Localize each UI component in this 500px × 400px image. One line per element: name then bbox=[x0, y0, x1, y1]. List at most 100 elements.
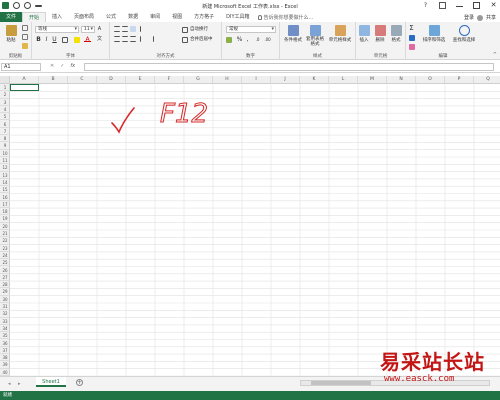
decrease-indent-icon[interactable] bbox=[140, 36, 146, 42]
font-size-select[interactable]: 11 bbox=[81, 26, 95, 33]
enter-icon[interactable]: ✓ bbox=[60, 63, 64, 69]
help-icon[interactable]: ? bbox=[422, 2, 429, 9]
wrap-text-button[interactable]: 自动换行 bbox=[182, 26, 208, 33]
row-header-14[interactable]: 14 bbox=[0, 179, 10, 187]
align-left-icon[interactable] bbox=[114, 36, 120, 42]
user-icon[interactable] bbox=[476, 14, 483, 21]
top-align-icon[interactable] bbox=[114, 26, 120, 32]
column-header-h[interactable]: H bbox=[213, 76, 242, 84]
align-right-icon[interactable] bbox=[130, 36, 136, 42]
row-header-20[interactable]: 20 bbox=[0, 223, 10, 230]
ribbon-display-icon[interactable] bbox=[439, 2, 446, 9]
row-header-2[interactable]: 2 bbox=[0, 91, 10, 99]
row-header-28[interactable]: 28 bbox=[0, 281, 10, 289]
row-header-30[interactable]: 30 bbox=[0, 296, 10, 303]
row-header-40[interactable]: 40 bbox=[0, 369, 10, 376]
row-header-33[interactable]: 33 bbox=[0, 318, 10, 325]
sign-in-link[interactable]: 登录 bbox=[464, 14, 474, 21]
tab-diy-toolbox[interactable]: DIY工具箱 bbox=[220, 12, 255, 22]
sort-filter-button[interactable]: 排序和筛选 bbox=[420, 23, 448, 49]
font-name-select[interactable]: 等线 bbox=[35, 26, 79, 33]
column-header-d[interactable]: D bbox=[97, 76, 126, 84]
row-header-11[interactable]: 11 bbox=[0, 157, 10, 165]
percent-button[interactable]: % bbox=[236, 36, 243, 43]
row-header-35[interactable]: 35 bbox=[0, 332, 10, 340]
format-as-table-button[interactable]: 套用表格格式 bbox=[305, 23, 325, 49]
column-header-i[interactable]: I bbox=[242, 76, 271, 84]
number-format-select[interactable]: 常规 bbox=[226, 26, 276, 33]
column-header-l[interactable]: L bbox=[329, 76, 358, 84]
row-header-39[interactable]: 39 bbox=[0, 361, 10, 369]
maximize-icon[interactable] bbox=[473, 2, 480, 9]
tab-formulas[interactable]: 公式 bbox=[100, 12, 122, 22]
middle-align-icon[interactable] bbox=[122, 26, 128, 32]
increase-decimal-icon[interactable]: .0 bbox=[254, 36, 261, 43]
paste-button[interactable]: 粘贴 bbox=[2, 23, 20, 49]
row-header-21[interactable]: 21 bbox=[0, 230, 10, 238]
row-header-6[interactable]: 6 bbox=[0, 121, 10, 128]
fill-icon[interactable] bbox=[409, 35, 415, 41]
row-header-29[interactable]: 29 bbox=[0, 288, 10, 296]
row-header-24[interactable]: 24 bbox=[0, 252, 10, 260]
cell-styles-button[interactable]: 单元格样式 bbox=[326, 23, 354, 49]
increase-indent-icon[interactable] bbox=[148, 36, 154, 42]
row-header-23[interactable]: 23 bbox=[0, 245, 10, 252]
row-header-22[interactable]: 22 bbox=[0, 237, 10, 245]
prev-sheet-icon[interactable]: ◂ bbox=[8, 381, 11, 387]
horizontal-scroll-thumb[interactable] bbox=[311, 381, 371, 385]
row-header-9[interactable]: 9 bbox=[0, 142, 10, 150]
phonetic-icon[interactable]: 文 bbox=[96, 36, 103, 43]
column-header-n[interactable]: N bbox=[387, 76, 416, 84]
column-header-o[interactable]: O bbox=[416, 76, 445, 84]
sheet-tab-sheet1[interactable]: Sheet1 bbox=[36, 377, 66, 387]
currency-icon[interactable] bbox=[226, 37, 232, 43]
comma-button[interactable]: , bbox=[244, 36, 251, 43]
copy-icon[interactable] bbox=[22, 34, 28, 40]
row-header-37[interactable]: 37 bbox=[0, 347, 10, 355]
tab-fangfanggezi[interactable]: 方方格子 bbox=[188, 12, 220, 22]
collapse-ribbon-icon[interactable]: ^ bbox=[493, 52, 497, 58]
bold-button[interactable]: B bbox=[35, 36, 42, 43]
row-header-32[interactable]: 32 bbox=[0, 310, 10, 318]
active-cell-a1[interactable] bbox=[10, 84, 39, 91]
close-icon[interactable]: ✕ bbox=[490, 2, 497, 9]
autosum-icon[interactable]: Σ bbox=[408, 25, 415, 32]
insert-cells-button[interactable]: 插入 bbox=[356, 23, 372, 49]
align-center-icon[interactable] bbox=[122, 36, 128, 42]
column-header-g[interactable]: G bbox=[184, 76, 213, 84]
tab-file[interactable]: 文件 bbox=[0, 12, 22, 22]
formula-input[interactable] bbox=[84, 63, 494, 71]
row-header-3[interactable]: 3 bbox=[0, 99, 10, 106]
column-header-b[interactable]: B bbox=[39, 76, 68, 84]
merge-center-button[interactable]: 合并后居中 bbox=[182, 36, 213, 43]
insert-function-icon[interactable]: fx bbox=[70, 63, 75, 69]
tab-data[interactable]: 数据 bbox=[122, 12, 144, 22]
row-header-17[interactable]: 17 bbox=[0, 201, 10, 209]
row-header-8[interactable]: 8 bbox=[0, 135, 10, 143]
add-sheet-button[interactable]: + bbox=[76, 379, 83, 386]
row-header-10[interactable]: 10 bbox=[0, 150, 10, 157]
underline-button[interactable]: U bbox=[51, 36, 58, 43]
share-button[interactable]: 共享 bbox=[486, 14, 496, 21]
column-header-f[interactable]: F bbox=[155, 76, 184, 84]
select-all-corner[interactable] bbox=[0, 76, 10, 84]
row-header-5[interactable]: 5 bbox=[0, 113, 10, 121]
row-header-31[interactable]: 31 bbox=[0, 303, 10, 311]
cancel-icon[interactable]: ✕ bbox=[50, 63, 54, 69]
next-sheet-icon[interactable]: ▸ bbox=[18, 381, 21, 387]
column-header-q[interactable]: Q bbox=[474, 76, 500, 84]
tell-me-search[interactable]: 告诉我你想要做什么... bbox=[257, 14, 313, 21]
row-header-26[interactable]: 26 bbox=[0, 267, 10, 274]
format-painter-icon[interactable] bbox=[22, 43, 28, 49]
minimize-icon[interactable] bbox=[456, 2, 463, 9]
row-header-7[interactable]: 7 bbox=[0, 128, 10, 136]
row-header-18[interactable]: 18 bbox=[0, 208, 10, 216]
font-color-icon[interactable]: A bbox=[84, 36, 91, 43]
column-header-c[interactable]: C bbox=[68, 76, 97, 84]
row-header-12[interactable]: 12 bbox=[0, 164, 10, 172]
bottom-align-icon[interactable] bbox=[130, 26, 136, 32]
row-header-13[interactable]: 13 bbox=[0, 172, 10, 179]
tab-page-layout[interactable]: 页面布局 bbox=[68, 12, 100, 22]
row-header-34[interactable]: 34 bbox=[0, 325, 10, 333]
format-cells-button[interactable]: 格式 bbox=[388, 23, 404, 49]
